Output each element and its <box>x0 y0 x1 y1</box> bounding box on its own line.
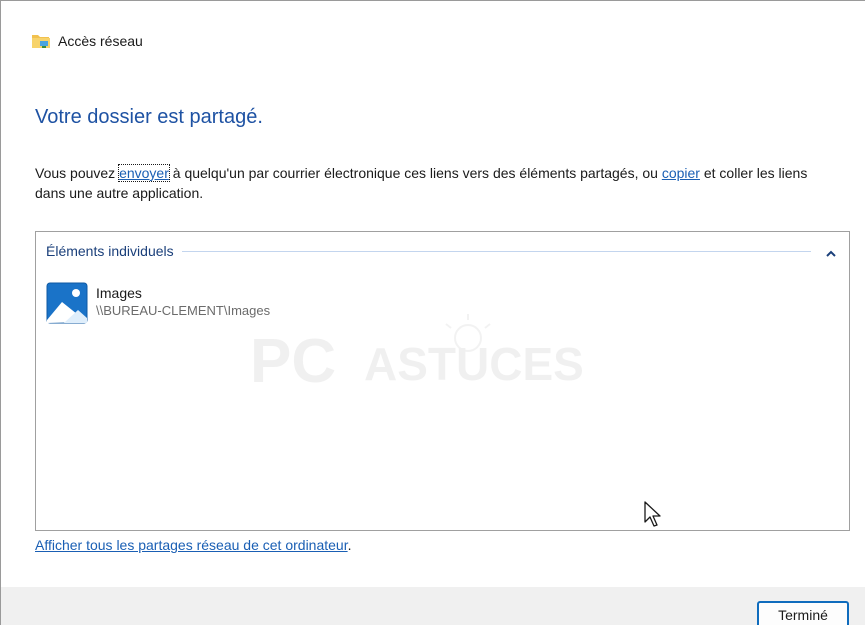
send-link[interactable]: envoyer <box>118 164 170 182</box>
page-heading: Votre dossier est partagé. <box>35 106 263 128</box>
svg-text:ASTUCES: ASTUCES <box>364 338 584 390</box>
network-folder-icon <box>31 33 51 49</box>
mouse-pointer-icon <box>644 501 661 527</box>
group-divider <box>181 250 811 252</box>
shared-items-list[interactable]: Éléments individuels PC ASTUCES Images \… <box>35 231 850 531</box>
description-part-1: Vous pouvez <box>35 165 120 181</box>
show-all-shares-row: Afficher tous les partages réseau de cet… <box>35 537 352 553</box>
item-text: Images \\BUREAU-CLEMENT\Images <box>96 282 270 320</box>
svg-text:PC: PC <box>250 327 336 396</box>
item-name: Images <box>96 285 142 301</box>
pictures-folder-icon <box>46 282 88 324</box>
description-text: Vous pouvez envoyer à quelqu'un par cour… <box>35 163 835 203</box>
copy-link[interactable]: copier <box>662 165 700 181</box>
show-all-shares-link[interactable]: Afficher tous les partages réseau de cet… <box>35 537 348 553</box>
dialog-footer <box>1 587 865 625</box>
window-title: Accès réseau <box>58 33 143 49</box>
list-item[interactable]: Images \\BUREAU-CLEMENT\Images <box>46 282 270 324</box>
description-part-2: à quelqu'un par courrier électronique ce… <box>168 165 662 181</box>
network-access-dialog: Accès réseau Votre dossier est partagé. … <box>0 0 865 625</box>
show-all-shares-suffix: . <box>347 537 352 553</box>
done-button[interactable]: Terminé <box>757 601 849 625</box>
group-header-individual-items[interactable]: Éléments individuels <box>36 232 849 270</box>
watermark-logo: PC ASTUCES <box>250 314 584 396</box>
group-label: Éléments individuels <box>46 243 174 259</box>
item-path: \\BUREAU-CLEMENT\Images <box>96 303 271 318</box>
chevron-up-icon[interactable] <box>825 246 837 257</box>
title-bar: Accès réseau <box>31 33 143 49</box>
